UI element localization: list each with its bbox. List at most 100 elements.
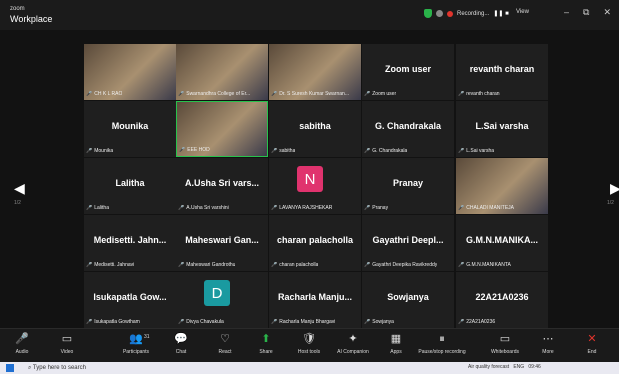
next-page-arrow-icon[interactable]: ▶ xyxy=(610,180,619,197)
participant-label-text: A.Usha Sri varshini xyxy=(186,205,229,211)
recording-status[interactable]: Recording... ❚❚ ■ xyxy=(424,9,509,18)
participant-label: 🎤 Isukapatla Gowtham xyxy=(86,319,140,325)
taskbar-tray: Air quality forecast ENG 09:46 xyxy=(468,364,541,370)
participant-tile[interactable]: Maheswari Gan... 🎤 Maheswari Gandrothu xyxy=(176,215,268,271)
participant-tile[interactable]: 🎤 CH K L RAO xyxy=(84,44,176,100)
participant-label-text: sabitha xyxy=(279,148,296,154)
participant-name: Gayathri Deepl... xyxy=(372,235,444,245)
participant-tile[interactable]: charan palacholla 🎤 charan palacholla xyxy=(269,215,361,271)
muted-mic-icon: 🎤 xyxy=(178,319,185,325)
start-icon[interactable] xyxy=(6,364,14,372)
toolbar-icon: ▭ xyxy=(61,333,73,345)
participant-tile[interactable]: 🎤 Swarnandhra College of Er... xyxy=(176,44,268,100)
muted-mic-icon: 🎤 xyxy=(178,262,185,268)
participant-tile[interactable]: sabitha 🎤 sabitha xyxy=(269,101,361,157)
toolbar-button-video[interactable]: ▭ Video xyxy=(39,332,95,355)
participant-tile[interactable]: 22A21A0236 🎤 22A21A0236 xyxy=(456,272,548,328)
toolbar-icon: ⏸ xyxy=(439,333,445,345)
muted-mic-icon: 🎤 xyxy=(271,262,278,268)
muted-mic-icon: 🎤 xyxy=(178,91,185,97)
participant-tile[interactable]: 🎤 CHALADI MANITEJA xyxy=(456,158,548,214)
minimize-icon[interactable]: – xyxy=(564,7,569,18)
participant-label: 🎤 EEE HOD xyxy=(179,147,210,153)
participant-name: revanth charan xyxy=(469,64,535,74)
participant-count: 31 xyxy=(144,334,150,340)
participant-tile[interactable]: 🎤 EEE HOD xyxy=(176,101,268,157)
close-icon[interactable]: ✕ xyxy=(603,7,611,18)
toolbar-label: Video xyxy=(60,349,74,355)
pause-recording-icon[interactable]: ❚❚ ■ xyxy=(493,10,508,17)
participant-tile[interactable]: Pranay 🎤 Pranay xyxy=(362,158,454,214)
participant-label: 🎤 Swarnandhra College of Er... xyxy=(178,91,250,97)
participant-label-text: Swarnandhra College of Er... xyxy=(186,91,251,97)
muted-mic-icon: 🎤 xyxy=(86,91,93,97)
taskbar-search-text: Type here to search xyxy=(32,365,86,371)
participant-label-text: G.M.N.MANIKANTA xyxy=(466,262,511,268)
participant-tile[interactable]: revanth charan 🎤 revanth charan xyxy=(456,44,548,100)
participant-tile[interactable]: G.M.N.MANIKA... 🎤 G.M.N.MANIKANTA xyxy=(456,215,548,271)
participant-name: Medisetti. Jahn... xyxy=(93,235,167,245)
muted-mic-icon: 🎤 xyxy=(364,91,371,97)
muted-mic-icon: 🎤 xyxy=(364,262,371,268)
participant-label-text: Divya Chavakula xyxy=(186,319,224,325)
participant-label-text: Isukapatla Gowtham xyxy=(94,319,140,325)
muted-mic-icon: 🎤 xyxy=(86,319,93,325)
participant-tile[interactable]: L.Sai varsha 🎤 L.Sai varsha xyxy=(456,101,548,157)
participant-label-text: revanth charan xyxy=(466,91,500,97)
participant-label-text: Racharla Manju Bhargavi xyxy=(279,319,336,325)
participant-label: 🎤 charan palacholla xyxy=(271,262,318,268)
participant-label-text: Medisetti. Jahnavi xyxy=(94,262,135,268)
participant-tile[interactable]: 🎤 Dr. S Suresh Kumar Swarnan... xyxy=(269,44,361,100)
participant-label-text: LAVANYA RAJSHEKAR xyxy=(279,205,333,211)
participant-tile[interactable]: Zoom user 🎤 Zoom user xyxy=(362,44,454,100)
participant-label: 🎤 G.M.N.MANIKANTA xyxy=(458,262,511,268)
prev-page-arrow-icon[interactable]: ◀ xyxy=(14,180,25,197)
participant-label: 🎤 Zoom user xyxy=(364,91,396,97)
toolbar-button-pause-stop-recording[interactable]: ⏸ Pause/stop recording xyxy=(414,332,470,355)
participant-label-text: Dr. S Suresh Kumar Swarnan... xyxy=(279,91,349,97)
weather-text: Air quality forecast xyxy=(468,364,510,370)
title-bar: zoom Workplace Recording... ❚❚ ■ View – … xyxy=(0,0,619,30)
app-title: zoom Workplace xyxy=(10,4,52,24)
participant-tile[interactable]: Sowjanya 🎤 Sowjanya xyxy=(362,272,454,328)
participant-name: Lalitha xyxy=(115,178,145,188)
meeting-toolbar: 🎤 Audio ▭ Video 👥 31 Participants 💬 Chat ♡ React ⬆ S… xyxy=(0,328,619,362)
participant-tile[interactable]: N 🎤 LAVANYA RAJSHEKAR xyxy=(269,158,361,214)
maximize-icon[interactable]: ⧉ xyxy=(583,7,589,18)
zoom-window: zoom Workplace Recording... ❚❚ ■ View – … xyxy=(0,0,619,374)
participant-label: 🎤 Medisetti. Jahnavi xyxy=(86,262,134,268)
recording-label: Recording... xyxy=(457,10,490,17)
participant-name: G.M.N.MANIKA... xyxy=(466,235,538,245)
shield-icon xyxy=(424,9,432,18)
participant-label: 🎤 Pranay xyxy=(364,205,388,211)
muted-mic-icon: 🎤 xyxy=(271,205,278,211)
view-button[interactable]: View xyxy=(516,9,529,15)
participant-label: 🎤 Racharla Manju Bhargavi xyxy=(271,319,335,325)
toolbar-button-end[interactable]: ✕ End xyxy=(564,332,619,355)
muted-mic-icon: 🎤 xyxy=(86,262,93,268)
participant-tile[interactable]: D 🎤 Divya Chavakula xyxy=(176,272,268,328)
recording-icon xyxy=(447,10,453,17)
participant-label-text: EEE HOD xyxy=(187,147,210,153)
taskbar-search[interactable]: ⌕ Type here to search xyxy=(28,363,138,373)
muted-mic-icon: 🎤 xyxy=(86,148,93,154)
participant-label: 🎤 A.Usha Sri varshini xyxy=(178,205,229,211)
participant-tile[interactable]: Medisetti. Jahn... 🎤 Medisetti. Jahnavi xyxy=(84,215,176,271)
muted-mic-icon: 🎤 xyxy=(86,205,93,211)
participant-tile[interactable]: Gayathri Deepl... 🎤 Gayathri Deepika Ravik… xyxy=(362,215,454,271)
language-text: ENG xyxy=(513,364,525,370)
windows-taskbar: ⌕ Type here to search Air quality foreca… xyxy=(0,362,619,374)
participant-label-text: CHALADI MANITEJA xyxy=(466,205,515,211)
participant-tile[interactable]: Mounika 🎤 Mounika xyxy=(84,101,176,157)
participant-tile[interactable]: Racharla Manju... 🎤 Racharla Manju Bhargav… xyxy=(269,272,361,328)
participant-label: 🎤 Mounika xyxy=(86,148,113,154)
participant-name: L.Sai varsha xyxy=(475,121,529,131)
participant-tile[interactable]: G. Chandrakala 🎤 G. Chandrakala xyxy=(362,101,454,157)
participant-avatar: D xyxy=(204,280,230,306)
participant-tile[interactable]: Isukapatla Gow... 🎤 Isukapatla Gowtham xyxy=(84,272,176,328)
muted-mic-icon: 🎤 xyxy=(271,91,278,97)
page-indicator-right: 1/2 xyxy=(607,200,614,206)
participant-tile[interactable]: Lalitha 🎤 Lalitha xyxy=(84,158,176,214)
participant-tile[interactable]: A.Usha Sri vars... 🎤 A.Usha Sri varshini xyxy=(176,158,268,214)
settings-icon[interactable] xyxy=(436,10,443,17)
